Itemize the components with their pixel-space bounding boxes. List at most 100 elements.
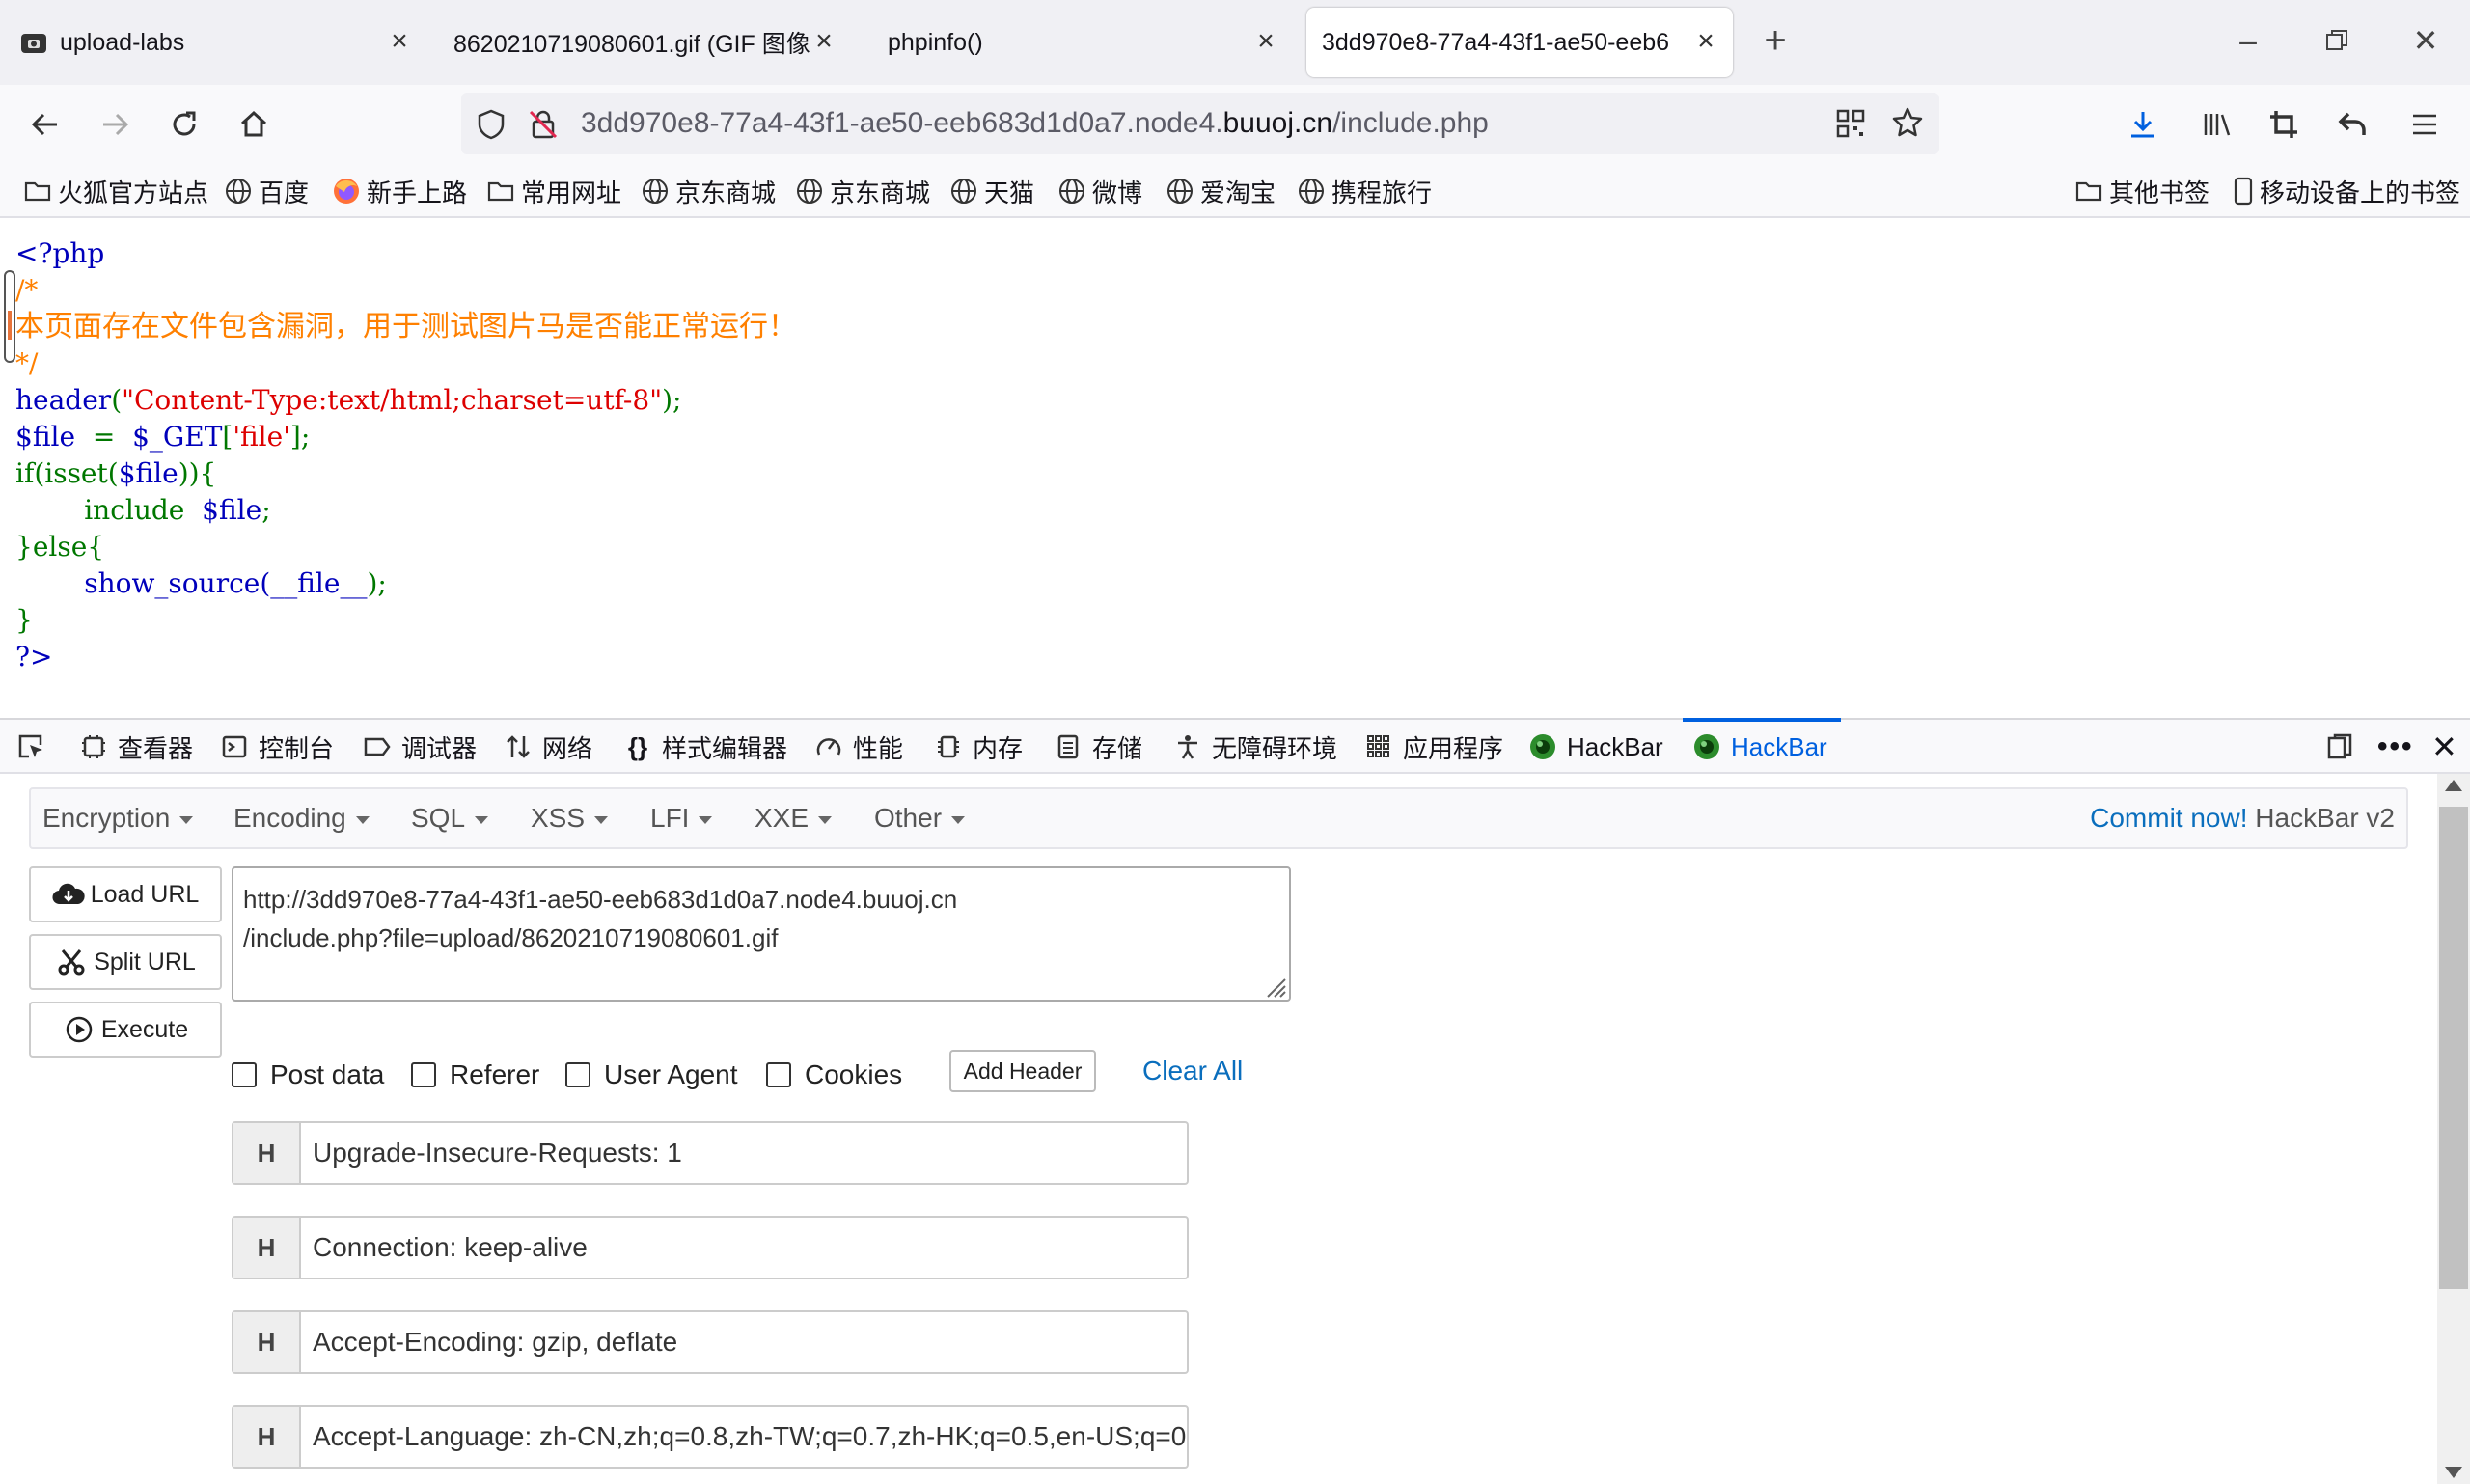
mobile-bookmarks-folder[interactable]: 移动设备上的书签 — [2233, 174, 2460, 208]
menu-xss[interactable]: XSS — [531, 803, 609, 834]
bookmark-item[interactable]: 京东商城 — [641, 174, 776, 208]
home-icon[interactable] — [230, 100, 278, 149]
scrollbar-thumb[interactable] — [2439, 807, 2468, 1289]
address-bar[interactable]: 3dd970e8-77a4-43f1-ae50-eeb683d1d0a7.nod… — [461, 93, 1939, 154]
back-icon[interactable] — [21, 100, 69, 149]
header-value-input[interactable]: Accept-Language: zh-CN,zh;q=0.8,zh-TW;q=… — [301, 1407, 1187, 1467]
scroll-down-arrow-icon[interactable] — [2445, 1467, 2462, 1478]
bookmark-item[interactable]: 京东商城 — [795, 174, 930, 208]
checkbox-box[interactable] — [232, 1062, 257, 1087]
checkbox-box[interactable] — [565, 1062, 590, 1087]
load-url-button[interactable]: Load URL — [29, 866, 222, 922]
globe-icon — [1297, 177, 1326, 206]
bookmark-star-icon[interactable] — [1891, 106, 1924, 139]
close-tab-icon[interactable]: × — [1692, 27, 1719, 56]
split-url-button[interactable]: Split URL — [29, 934, 222, 990]
header-value-input[interactable]: Accept-Encoding: gzip, deflate — [301, 1312, 1187, 1372]
cookies-checkbox[interactable]: Cookies — [766, 1056, 902, 1094]
bookmark-item[interactable]: 百度 — [224, 174, 309, 208]
add-header-button[interactable]: Add Header — [949, 1050, 1096, 1092]
bookmark-item[interactable]: 携程旅行 — [1297, 174, 1432, 208]
tab-upload-labs[interactable]: upload-labs × — [8, 8, 419, 77]
code-line: show_source(__file__); — [84, 567, 387, 599]
devtools-tab-console[interactable]: 控制台 — [220, 720, 334, 774]
globe-icon — [795, 177, 824, 206]
execute-button[interactable]: Execute — [29, 1002, 222, 1058]
bookmark-label: 京东商城 — [830, 178, 931, 207]
hackbar-logo-icon — [1528, 732, 1557, 761]
menu-other[interactable]: Other — [874, 803, 966, 834]
code-line: } — [15, 604, 33, 636]
downloads-icon[interactable] — [2119, 100, 2167, 149]
bookmark-item[interactable]: 新手上路 — [332, 174, 467, 208]
scroll-up-arrow-icon[interactable] — [2445, 780, 2462, 791]
devtools-tab-network[interactable]: 网络 — [504, 720, 592, 774]
reload-icon[interactable] — [160, 100, 208, 149]
forward-icon[interactable] — [91, 100, 139, 149]
commit-now-link[interactable]: Commit now! — [2090, 803, 2247, 833]
dock-side-icon[interactable] — [2325, 720, 2354, 774]
menu-sql[interactable]: SQL — [411, 803, 489, 834]
clear-all-link[interactable]: Clear All — [1142, 1056, 1243, 1086]
tab-include-php[interactable]: 3dd970e8-77a4-43f1-ae50-eeb6 × — [1306, 8, 1733, 77]
header-value-input[interactable]: Connection: keep-alive — [301, 1218, 1187, 1278]
bookmark-item[interactable]: 爱淘宝 — [1166, 174, 1276, 208]
devtools-tab-performance[interactable]: 性能 — [814, 720, 903, 774]
header-value-input[interactable]: Upgrade-Insecure-Requests: 1 — [301, 1123, 1187, 1183]
shield-icon[interactable] — [475, 108, 508, 141]
insecure-lock-icon[interactable] — [527, 108, 560, 141]
hackbar-version: HackBar v2 — [2255, 803, 2395, 833]
close-tab-icon[interactable]: × — [386, 27, 413, 56]
close-tab-icon[interactable]: × — [1252, 27, 1279, 56]
library-icon[interactable] — [2192, 100, 2240, 149]
devtools-tab-storage[interactable]: 存储 — [1054, 720, 1142, 774]
qr-code-icon[interactable] — [1835, 108, 1866, 139]
menu-icon[interactable] — [2401, 100, 2449, 149]
devtools-tab-style-editor[interactable]: {} 样式编辑器 — [623, 720, 787, 774]
new-tab-icon[interactable]: + — [1756, 19, 1795, 62]
other-bookmarks-folder[interactable]: 其他书签 — [2074, 174, 2209, 208]
checkbox-box[interactable] — [411, 1062, 436, 1087]
menu-encoding[interactable]: Encoding — [233, 803, 370, 834]
menu-lfi[interactable]: LFI — [650, 803, 713, 834]
bookmark-label: 移动设备上的书签 — [2260, 178, 2461, 207]
bookmark-folder[interactable]: 常用网址 — [486, 174, 621, 208]
devtools-tab-hackbar-active[interactable]: HackBar — [1683, 718, 1841, 774]
bookmark-item[interactable]: 天猫 — [949, 174, 1034, 208]
referer-checkbox[interactable]: Referer — [411, 1056, 539, 1094]
menu-xxe[interactable]: XXE — [755, 803, 833, 834]
tab-gif-image[interactable]: 8620210719080601.gif (GIF 图像) × — [438, 8, 843, 77]
devtools-tab-application[interactable]: 应用程序 — [1364, 720, 1503, 774]
user-agent-checkbox[interactable]: User Agent — [565, 1056, 738, 1094]
devtools-tab-debugger[interactable]: 调试器 — [363, 720, 477, 774]
resize-grip-icon[interactable] — [1260, 971, 1287, 998]
more-options-icon[interactable]: ••• — [2377, 720, 2414, 774]
close-window-icon[interactable]: ✕ — [2406, 19, 2445, 62]
devtools-tab-inspector[interactable]: 查看器 — [79, 720, 193, 774]
network-arrows-icon — [504, 732, 533, 761]
firefox-icon — [332, 177, 361, 206]
url-text[interactable]: 3dd970e8-77a4-43f1-ae50-eeb683d1d0a7.nod… — [581, 107, 1489, 140]
devtools-tab-memory[interactable]: 内存 — [934, 720, 1023, 774]
bookmark-folder[interactable]: 火狐官方站点 — [23, 174, 208, 208]
close-tab-icon[interactable]: × — [810, 27, 837, 56]
chevron-down-icon — [951, 815, 966, 824]
close-devtools-icon[interactable]: ✕ — [2431, 720, 2457, 774]
chevron-down-icon — [699, 815, 713, 824]
url-textarea[interactable]: http://3dd970e8-77a4-43f1-ae50-eeb683d1d… — [232, 866, 1291, 1002]
element-picker-icon[interactable] — [15, 720, 46, 774]
devtools-tab-hackbar[interactable]: HackBar — [1528, 720, 1663, 774]
devtools-tab-accessibility[interactable]: 无障碍环境 — [1173, 720, 1337, 774]
checkbox-box[interactable] — [766, 1062, 791, 1087]
screenshot-crop-icon[interactable] — [2260, 100, 2308, 149]
menu-encryption[interactable]: Encryption — [42, 803, 194, 834]
post-data-checkbox[interactable]: Post data — [232, 1056, 384, 1094]
bookmark-item[interactable]: 微博 — [1057, 174, 1142, 208]
devtools-toolbar: 查看器 控制台 调试器 网络 {} 样式编辑器 性能 内存 存储 无障碍环境 应… — [0, 718, 2470, 774]
tab-phpinfo[interactable]: phpinfo() × — [872, 8, 1281, 77]
code-line: /* — [15, 274, 39, 306]
restore-icon[interactable] — [2318, 19, 2356, 62]
minimize-icon[interactable]: – — [2229, 19, 2267, 62]
panel-scrollbar[interactable] — [2437, 774, 2470, 1484]
undo-icon[interactable] — [2329, 100, 2377, 149]
